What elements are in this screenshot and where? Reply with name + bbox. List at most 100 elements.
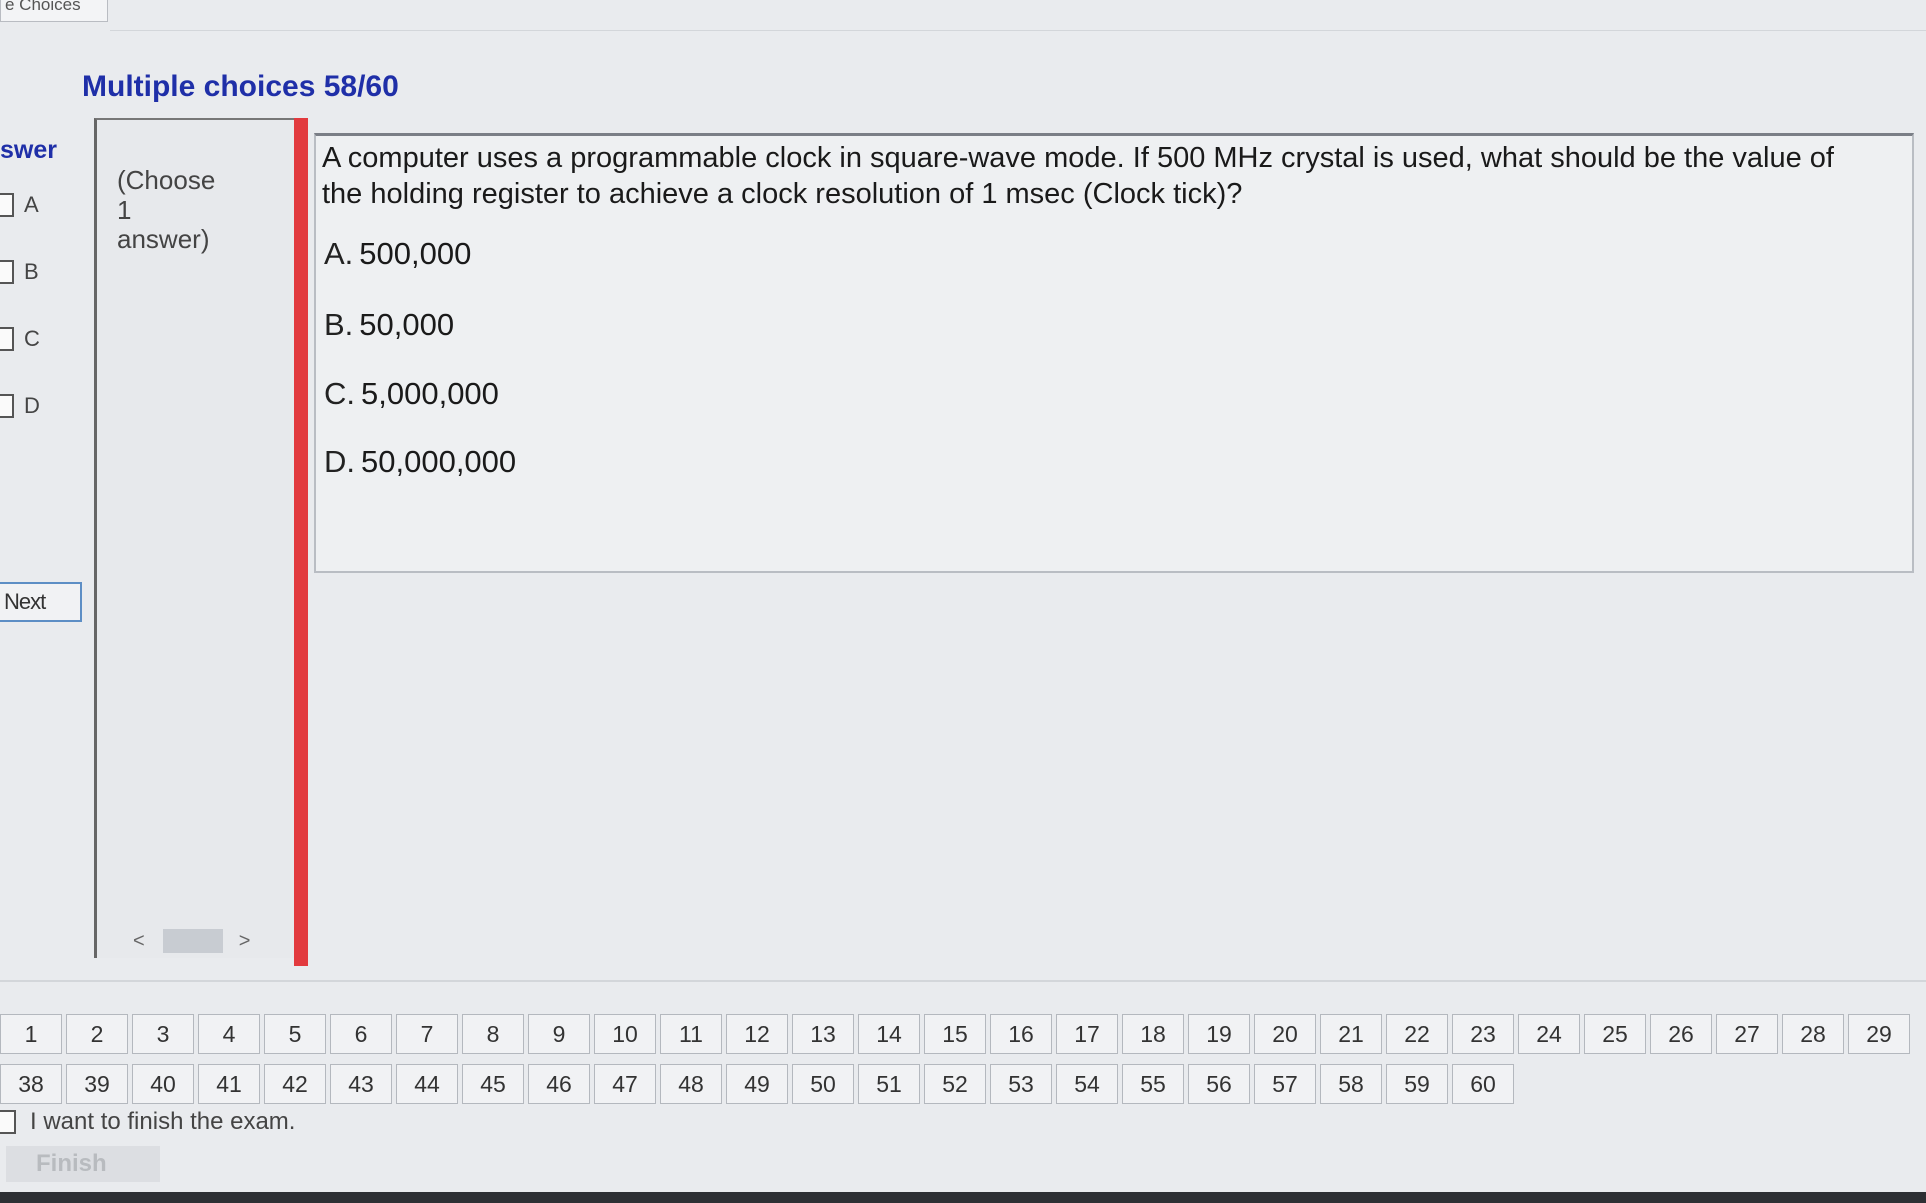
question-text: A computer uses a programmable clock in … xyxy=(322,142,1834,210)
splitter-bar[interactable] xyxy=(294,118,308,966)
question-nav-button[interactable]: 52 xyxy=(924,1064,986,1104)
choice-b: B. 50,000 xyxy=(324,307,454,343)
question-nav-button[interactable]: 58 xyxy=(1320,1064,1382,1104)
scroll-right-icon[interactable]: > xyxy=(239,930,251,953)
question-nav-button[interactable]: 13 xyxy=(792,1014,854,1054)
next-button[interactable]: Next xyxy=(0,582,82,622)
question-nav-button[interactable]: 16 xyxy=(990,1014,1052,1054)
question-nav-button[interactable]: 41 xyxy=(198,1064,260,1104)
question-nav-button[interactable]: 4 xyxy=(198,1014,260,1054)
tab-label: e Choices xyxy=(5,0,81,14)
question-nav-button[interactable]: 18 xyxy=(1122,1014,1184,1054)
question-nav-button[interactable]: 60 xyxy=(1452,1064,1514,1104)
question-nav-button[interactable]: 46 xyxy=(528,1064,590,1104)
choice-text: 50,000 xyxy=(359,307,455,342)
question-nav-button[interactable]: 56 xyxy=(1188,1064,1250,1104)
divider xyxy=(0,980,1926,982)
question-nav-button[interactable]: 19 xyxy=(1188,1014,1250,1054)
question-nav-button[interactable]: 49 xyxy=(726,1064,788,1104)
question-nav-button[interactable]: 14 xyxy=(858,1014,920,1054)
question-nav-button[interactable]: 27 xyxy=(1716,1014,1778,1054)
checkbox-b[interactable] xyxy=(0,260,14,284)
question-nav-button[interactable]: 40 xyxy=(132,1064,194,1104)
instruction-pane: (Choose 1 answer) < > xyxy=(94,118,294,958)
checkbox[interactable] xyxy=(0,1110,16,1134)
question-nav-button[interactable]: 11 xyxy=(660,1014,722,1054)
question-nav-button[interactable]: 54 xyxy=(1056,1064,1118,1104)
question-nav-button[interactable]: 55 xyxy=(1122,1064,1184,1104)
question-nav-button[interactable]: 29 xyxy=(1848,1014,1910,1054)
finish-button[interactable]: Finish xyxy=(6,1146,160,1182)
question-nav-button[interactable]: 38 xyxy=(0,1064,62,1104)
divider xyxy=(110,30,1926,31)
choice-letter: A. xyxy=(324,236,354,271)
question-nav-button[interactable]: 50 xyxy=(792,1064,854,1104)
checkbox-a[interactable] xyxy=(0,193,14,217)
question-nav-button[interactable]: 24 xyxy=(1518,1014,1580,1054)
question-nav-button[interactable]: 3 xyxy=(132,1014,194,1054)
question-nav-button[interactable]: 21 xyxy=(1320,1014,1382,1054)
option-label-c: C xyxy=(24,326,40,351)
scroll-thumb[interactable] xyxy=(162,929,223,953)
question-nav-button[interactable]: 7 xyxy=(396,1014,458,1054)
choice-d: D. 50,000,000 xyxy=(324,444,516,480)
answer-option-d[interactable]: D xyxy=(0,393,40,419)
question-nav-button[interactable]: 57 xyxy=(1254,1064,1316,1104)
question-nav-button[interactable]: 8 xyxy=(462,1014,524,1054)
question-nav-button[interactable]: 1 xyxy=(0,1014,62,1054)
question-nav-button[interactable]: 53 xyxy=(990,1064,1052,1104)
choice-letter: C. xyxy=(324,376,355,411)
screen-bezel xyxy=(0,1192,1926,1203)
choice-a: A. 500,000 xyxy=(324,236,471,272)
question-nav-button[interactable]: 5 xyxy=(264,1014,326,1054)
answer-option-b[interactable]: B xyxy=(0,259,39,285)
question-nav-row-1: 1 2 3 4 5 6 7 8 9 10 11 12 13 14 15 16 17 18 19 20 21 22 23 24 2… xyxy=(0,1014,1914,1054)
question-nav-button[interactable]: 51 xyxy=(858,1064,920,1104)
question-nav-button[interactable]: 23 xyxy=(1452,1014,1514,1054)
choice-text: 5,000,000 xyxy=(361,376,499,411)
question-nav-button[interactable]: 25 xyxy=(1584,1014,1646,1054)
question-nav-button[interactable]: 2 xyxy=(66,1014,128,1054)
choice-letter: D. xyxy=(324,444,355,479)
question-nav-button[interactable]: 28 xyxy=(1782,1014,1844,1054)
scroll-left-icon[interactable]: < xyxy=(133,930,145,953)
answer-option-a[interactable]: A xyxy=(0,192,39,218)
question-nav-row-2: 38 39 40 41 42 43 44 45 46 47 48 49 50 51 52 53 54 55 56 57… xyxy=(0,1064,1518,1104)
horizontal-scrollbar[interactable]: < > xyxy=(133,928,293,954)
answer-option-c[interactable]: C xyxy=(0,326,40,352)
question-nav-button[interactable]: 45 xyxy=(462,1064,524,1104)
finish-checkbox-label: I want to finish the exam. xyxy=(30,1108,296,1135)
instruction-line: 1 xyxy=(117,195,132,225)
question-nav-button[interactable]: 44 xyxy=(396,1064,458,1104)
choice-text: 500,000 xyxy=(359,236,472,271)
question-nav-button[interactable]: 9 xyxy=(528,1014,590,1054)
choice-letter: B. xyxy=(324,307,354,342)
question-nav-button[interactable]: 15 xyxy=(924,1014,986,1054)
checkbox-d[interactable] xyxy=(0,394,14,418)
option-label-d: D xyxy=(24,393,40,418)
question-panel: A computer uses a programmable clock in … xyxy=(314,133,1914,573)
question-nav-button[interactable]: 47 xyxy=(594,1064,656,1104)
question-nav-button[interactable]: 59 xyxy=(1386,1064,1448,1104)
choice-text: 50,000,000 xyxy=(361,444,517,479)
option-label-b: B xyxy=(24,259,39,284)
question-nav-button[interactable]: 17 xyxy=(1056,1014,1118,1054)
question-nav-button[interactable]: 10 xyxy=(594,1014,656,1054)
tab-choices[interactable]: e Choices xyxy=(0,0,108,22)
question-nav-button[interactable]: 42 xyxy=(264,1064,326,1104)
choice-c: C. 5,000,000 xyxy=(324,376,499,412)
finish-exam-checkbox[interactable]: I want to finish the exam. xyxy=(0,1108,295,1136)
question-nav-button[interactable]: 39 xyxy=(66,1064,128,1104)
checkbox-c[interactable] xyxy=(0,327,14,351)
question-nav-button[interactable]: 6 xyxy=(330,1014,392,1054)
instruction-line: (Choose xyxy=(117,165,216,195)
question-nav-button[interactable]: 22 xyxy=(1386,1014,1448,1054)
question-nav-button[interactable]: 12 xyxy=(726,1014,788,1054)
question-empty-area xyxy=(308,573,1926,967)
question-nav-button[interactable]: 20 xyxy=(1254,1014,1316,1054)
question-nav-button[interactable]: 26 xyxy=(1650,1014,1712,1054)
answer-column-header: swer xyxy=(0,136,57,164)
question-nav-button[interactable]: 48 xyxy=(660,1064,722,1104)
question-nav-button[interactable]: 43 xyxy=(330,1064,392,1104)
instruction-line: answer) xyxy=(117,224,210,254)
